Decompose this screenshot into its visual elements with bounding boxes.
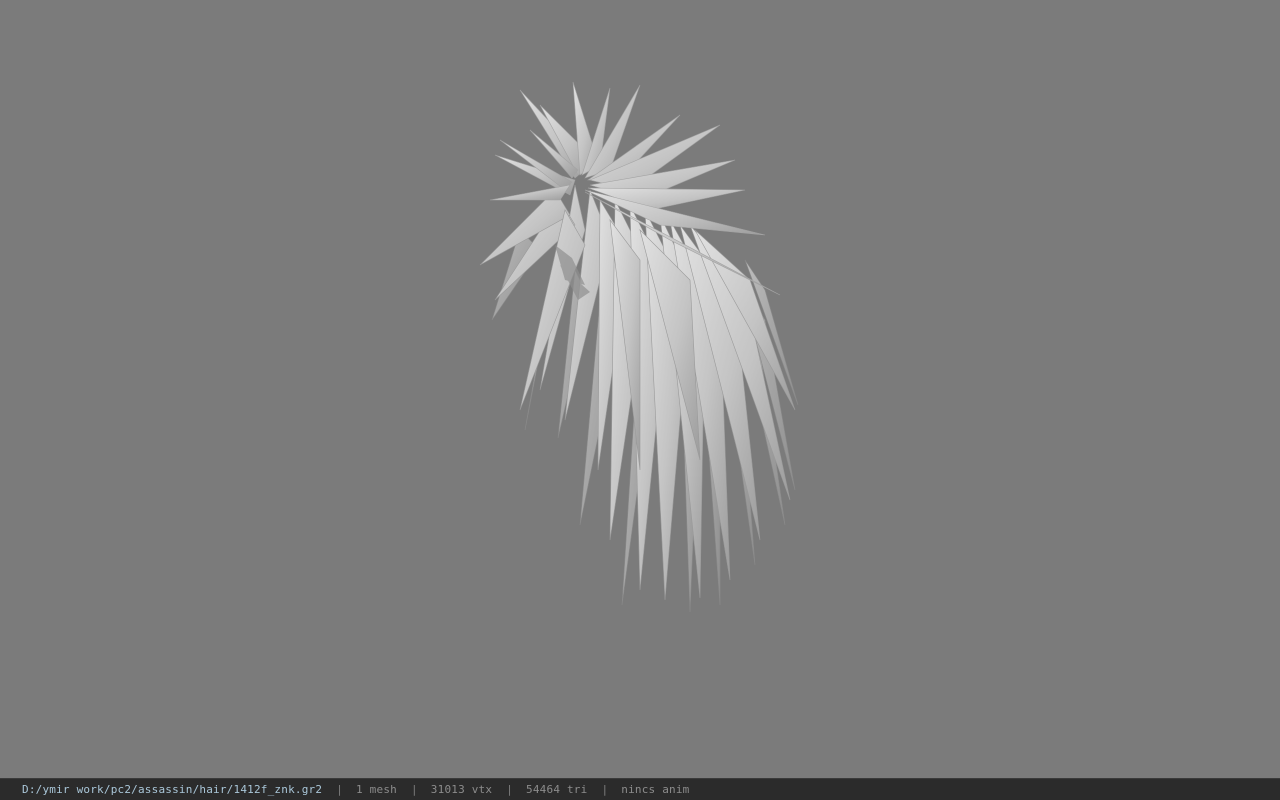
status-separator: | <box>601 783 609 796</box>
mesh-count: 1 mesh <box>356 783 397 796</box>
status-separator: | <box>506 783 514 796</box>
viewport[interactable] <box>0 0 1280 778</box>
status-bar: D:/ymir work/pc2/assassin/hair/1412f_znk… <box>0 778 1280 800</box>
status-separator: | <box>410 783 418 796</box>
hair-model <box>479 81 799 613</box>
file-path: D:/ymir work/pc2/assassin/hair/1412f_znk… <box>22 783 323 796</box>
vertex-count: 31013 vtx <box>430 783 493 796</box>
triangle-count: 54464 tri <box>526 783 588 796</box>
animation-status: nincs anim <box>621 783 690 796</box>
status-separator: | <box>336 783 344 796</box>
